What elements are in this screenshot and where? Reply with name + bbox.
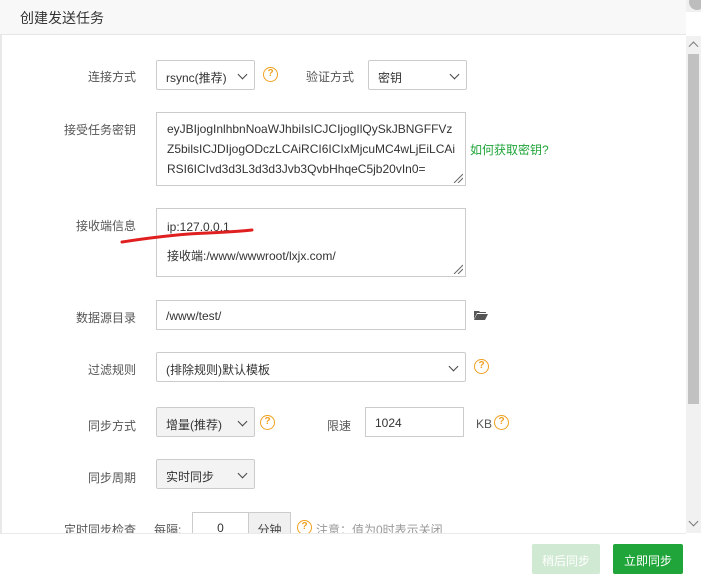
dialog-titlebar: 创建发送任务 <box>0 0 686 35</box>
vertical-scrollbar[interactable] <box>686 36 701 533</box>
filter-select[interactable]: (排除规则)默认模板 <box>156 352 466 382</box>
chevron-down-icon <box>237 69 248 80</box>
red-annotation-underline <box>120 228 254 244</box>
sync-mode-value: 增量(推荐) <box>166 418 222 432</box>
connection-value: rsync(推荐) <box>166 71 227 85</box>
interval-note: 注意：值为0时表示关闭 <box>316 523 443 533</box>
minute-unit: 分钟 <box>248 512 291 533</box>
sync-mode-label: 同步方式 <box>87 419 136 433</box>
sync-later-button[interactable]: 稍后同步 <box>532 544 600 574</box>
folder-open-icon[interactable] <box>474 310 488 320</box>
sync-period-value: 实时同步 <box>166 470 215 484</box>
how-to-get-key-link[interactable]: 如何获取密钥? <box>470 141 549 158</box>
auth-value: 密钥 <box>378 71 403 85</box>
source-dir-label: 数据源目录 <box>75 311 136 325</box>
chevron-down-icon <box>449 69 460 80</box>
receiver-path-line: 接收端:/www/wwwroot/lxjx.com/ <box>167 249 336 263</box>
scheduled-check-label: 定时同步检查 <box>63 523 136 533</box>
source-dir-input[interactable]: /www/test/ <box>156 300 466 330</box>
check-interval-input[interactable]: 0 <box>192 512 249 533</box>
auth-select[interactable]: 密钥 <box>368 60 467 90</box>
question-circle-icon[interactable]: ? <box>494 415 509 430</box>
filter-value: (排除规则)默认模板 <box>166 363 270 377</box>
chevron-down-icon <box>448 361 459 372</box>
question-circle-icon[interactable]: ? <box>263 67 278 82</box>
resize-handle-icon[interactable] <box>453 173 463 183</box>
question-circle-icon[interactable]: ? <box>260 415 275 430</box>
create-send-task-dialog: 创建发送任务 连接方式 rsync(推荐) ? 验证方式 密钥 接受任务密钥 e… <box>0 0 701 582</box>
minute-unit-text: 分钟 <box>257 523 282 533</box>
task-key-line: Z5bilsICJDIjogODczLCAiRCI6ICIxMjcuMC4wLj… <box>167 142 455 156</box>
connection-select[interactable]: rsync(推荐) <box>156 60 255 90</box>
task-key-line: eyJBIjogInlhbnNoaWJhbiIsICJCIjogIlQySkJB… <box>167 122 453 136</box>
dialog-footer: 稍后同步 立即同步 <box>0 533 686 582</box>
speed-limit-value: 1024 <box>375 416 402 430</box>
source-dir-value: /www/test/ <box>166 309 222 323</box>
scroll-up-icon[interactable] <box>688 41 699 52</box>
task-key-line: RSI6ICIvd3d3L3d3d3Jvb3QvbHhqeC5jb20vIn0= <box>167 162 426 176</box>
task-key-textarea[interactable]: eyJBIjogInlhbnNoaWJhbiIsICJCIjogIlQySkJB… <box>156 112 466 186</box>
speed-limit-unit: KB <box>476 417 493 431</box>
sync-period-label: 同步周期 <box>87 471 136 485</box>
chevron-down-icon <box>237 416 248 427</box>
speed-limit-input[interactable]: 1024 <box>365 407 464 437</box>
close-icon[interactable] <box>686 0 701 12</box>
scroll-down-icon[interactable] <box>688 516 699 527</box>
every-label: 每隔: <box>154 523 182 533</box>
question-circle-icon[interactable]: ? <box>474 359 489 374</box>
task-key-label: 接受任务密钥 <box>63 123 136 137</box>
sync-now-button[interactable]: 立即同步 <box>613 544 683 574</box>
form-body: 连接方式 rsync(推荐) ? 验证方式 密钥 接受任务密钥 eyJBIjog… <box>0 36 686 533</box>
question-circle-icon[interactable]: ? <box>297 520 312 533</box>
speed-limit-label: 限速 <box>327 419 352 433</box>
auth-label: 验证方式 <box>306 70 355 84</box>
sync-period-select[interactable]: 实时同步 <box>156 459 255 489</box>
connection-label: 连接方式 <box>87 70 136 84</box>
sync-mode-select[interactable]: 增量(推荐) <box>156 407 255 437</box>
receiver-label: 接收端信息 <box>75 219 136 233</box>
dialog-title: 创建发送任务 <box>20 10 104 26</box>
filter-label: 过滤规则 <box>87 363 136 377</box>
scroll-thumb[interactable] <box>688 54 699 404</box>
resize-handle-icon[interactable] <box>453 264 463 274</box>
check-interval-value: 0 <box>217 521 224 533</box>
chevron-down-icon <box>237 468 248 479</box>
